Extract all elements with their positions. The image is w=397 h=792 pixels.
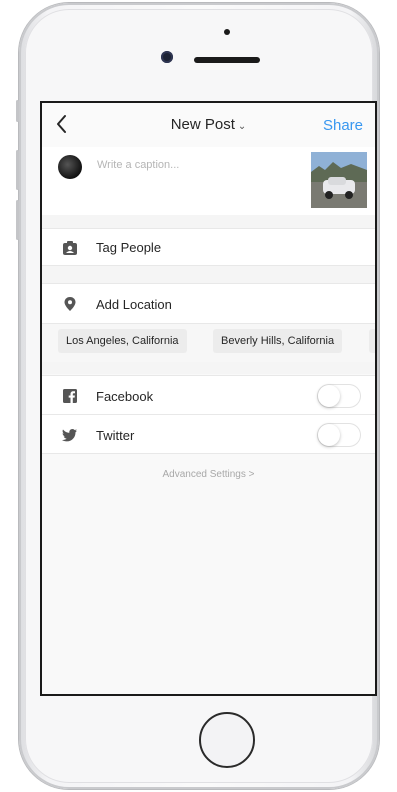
section-divider (42, 266, 375, 283)
tag-person-icon (63, 241, 77, 255)
earpiece-speaker (194, 57, 260, 63)
front-camera (161, 51, 173, 63)
twitter-label: Twitter (96, 428, 135, 443)
proximity-sensor (224, 29, 230, 35)
app-screen: New Post ⌄ Share Write a caption... Tag … (40, 101, 377, 696)
toggle-knob (318, 424, 340, 446)
tag-people-row[interactable]: Tag People (42, 228, 375, 266)
facebook-icon (63, 389, 77, 403)
section-divider (42, 362, 375, 374)
avatar (58, 155, 82, 179)
location-chip[interactable] (369, 329, 375, 353)
share-twitter-row: Twitter (42, 414, 375, 454)
volume-down-button (16, 200, 19, 240)
add-location-label: Add Location (96, 297, 172, 312)
location-chip[interactable]: Los Angeles, California (58, 329, 187, 353)
location-chip[interactable]: Beverly Hills, California (213, 329, 343, 353)
mute-switch (16, 100, 19, 122)
add-location-row[interactable]: Add Location (42, 283, 375, 324)
home-button[interactable] (199, 712, 255, 768)
caption-input[interactable]: Write a caption... (97, 159, 179, 171)
section-divider (42, 215, 375, 228)
navigation-bar: New Post ⌄ Share (42, 103, 375, 147)
share-facebook-row: Facebook (42, 375, 375, 415)
tag-people-label: Tag People (96, 240, 162, 255)
twitter-toggle[interactable] (317, 423, 361, 447)
advanced-settings-link[interactable]: Advanced Settings > (42, 469, 375, 480)
chevron-down-icon: ⌄ (237, 121, 247, 132)
post-thumbnail (311, 152, 367, 208)
facebook-label: Facebook (96, 389, 154, 404)
volume-up-button (16, 150, 19, 190)
facebook-toggle[interactable] (317, 384, 361, 408)
location-suggestions: Los Angeles, California Beverly Hills, C… (42, 324, 375, 362)
caption-section: Write a caption... (42, 147, 375, 216)
twitter-icon (62, 429, 77, 442)
page-title-text: New Post (170, 116, 235, 133)
toggle-knob (318, 385, 340, 407)
location-pin-icon (64, 297, 76, 311)
share-button[interactable]: Share (323, 117, 363, 134)
photo-image (311, 152, 367, 208)
